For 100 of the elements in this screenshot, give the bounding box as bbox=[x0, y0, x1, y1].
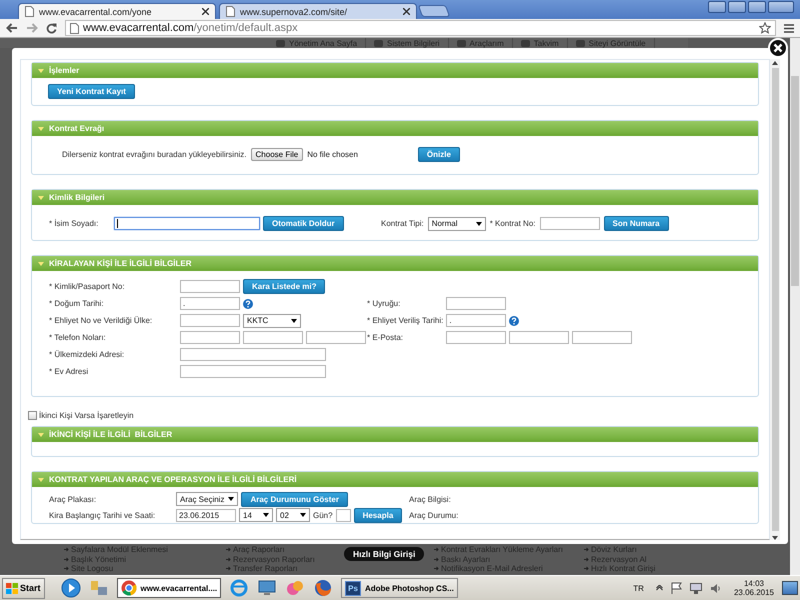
field-label: * Doğum Tarihi: bbox=[49, 299, 105, 308]
minimize-button[interactable] bbox=[728, 1, 746, 13]
down-arrow-icon[interactable] bbox=[772, 536, 778, 540]
text-field[interactable]: . bbox=[180, 297, 240, 310]
clock-date[interactable]: 23.06.2015 bbox=[734, 588, 774, 597]
action-button[interactable]: Araç Durumunu Göster bbox=[241, 492, 348, 506]
section-header[interactable]: KONTRAT YAPILAN ARAÇ VE OPERASYON İLE İLGİLİ BİLGİLERİ bbox=[32, 472, 758, 487]
maximize-button[interactable] bbox=[748, 1, 766, 13]
action-button[interactable]: Kara Listede mi? bbox=[243, 279, 326, 294]
arrow-icon bbox=[584, 556, 589, 562]
section-header[interactable]: Kontrat Evrağı bbox=[32, 121, 758, 136]
section-header[interactable]: İKİNCİ KİŞİ İLE İLGİLİ BİLGİLER bbox=[32, 427, 758, 442]
field-label: * Kimlik/Pasaport No: bbox=[49, 282, 126, 291]
reload-icon[interactable] bbox=[46, 22, 57, 34]
globe-icon[interactable] bbox=[229, 578, 250, 598]
quick-entry-button[interactable]: Hızlı Bilgi Girişi bbox=[344, 547, 424, 561]
menu-link[interactable]: Yönetim Ana Sayfa bbox=[289, 38, 358, 48]
text-field[interactable] bbox=[243, 331, 303, 344]
browser-tab[interactable]: www.supernova2.com/site/ bbox=[219, 3, 417, 19]
close-button[interactable] bbox=[768, 1, 794, 13]
field-label: Araç Durumu: bbox=[409, 510, 458, 520]
text-field[interactable] bbox=[446, 331, 506, 344]
page-icon bbox=[25, 6, 34, 17]
new-tab-button[interactable] bbox=[418, 5, 450, 17]
flag-icon[interactable] bbox=[670, 582, 682, 594]
field-label: Kira Başlangıç Tarihi ve Saati: bbox=[49, 510, 156, 520]
text-field[interactable] bbox=[180, 348, 326, 361]
user-button[interactable] bbox=[708, 1, 726, 13]
text-field[interactable] bbox=[306, 331, 366, 344]
address-field[interactable]: www.evacarrental.com/yonetim/default.aspx bbox=[65, 20, 776, 36]
dropdown[interactable]: Normal bbox=[428, 216, 486, 230]
section-header[interactable]: KİRALAYAN KİŞİ İLE İLGİLİ BİLGİLER bbox=[32, 256, 758, 271]
page-scrollbar[interactable] bbox=[790, 38, 800, 575]
text-field[interactable] bbox=[114, 217, 260, 230]
action-button[interactable]: Otomatik Doldur bbox=[263, 216, 344, 231]
language-indicator[interactable]: TR bbox=[633, 584, 644, 592]
dropdown[interactable]: KKTC bbox=[243, 314, 301, 328]
text-field[interactable] bbox=[180, 331, 240, 344]
text-field[interactable] bbox=[336, 508, 351, 522]
scrollbar[interactable] bbox=[770, 59, 780, 540]
arrow-icon bbox=[226, 566, 231, 572]
text-field[interactable] bbox=[572, 331, 632, 344]
menu-link[interactable]: Takvim bbox=[534, 38, 559, 48]
caret-icon bbox=[228, 497, 234, 501]
section-header[interactable]: Kimlik Bilgileri bbox=[32, 190, 758, 205]
tile-icon bbox=[456, 40, 466, 46]
action-button[interactable]: Son Numara bbox=[604, 216, 669, 231]
dropdown[interactable]: 14 bbox=[239, 508, 273, 522]
clock-time[interactable]: 14:03 bbox=[744, 579, 764, 588]
play-icon[interactable] bbox=[60, 578, 81, 598]
text-field[interactable] bbox=[180, 280, 240, 293]
help-icon[interactable] bbox=[243, 298, 253, 308]
text-field[interactable]: . bbox=[446, 314, 506, 327]
section-header[interactable]: İşlemler bbox=[32, 63, 758, 78]
caret-icon bbox=[38, 196, 44, 200]
arrow-icon bbox=[584, 547, 589, 552]
chevron-up-icon[interactable] bbox=[656, 585, 663, 591]
arrow-icon bbox=[64, 556, 69, 562]
star-icon[interactable] bbox=[759, 22, 771, 34]
taskbar-button[interactable]: Ps Adobe Photoshop CS... bbox=[341, 578, 458, 598]
action-button[interactable]: Hesapla bbox=[354, 508, 402, 522]
back-icon[interactable] bbox=[6, 23, 18, 33]
speaker-icon[interactable] bbox=[710, 582, 722, 594]
browser-tab[interactable]: www.evacarrental.com/yone bbox=[18, 3, 216, 19]
start-button[interactable]: Start bbox=[2, 578, 45, 598]
text-field[interactable] bbox=[446, 297, 506, 310]
text-field[interactable] bbox=[180, 314, 240, 327]
monitor-icon[interactable] bbox=[257, 578, 278, 598]
paint-icon[interactable] bbox=[285, 578, 306, 598]
preview-button[interactable]: Önizle bbox=[418, 147, 460, 162]
checkbox-label: İkinci Kişi Varsa İşaretleyin bbox=[39, 411, 134, 420]
choose-file-button[interactable]: Choose File bbox=[250, 148, 304, 161]
dropdown[interactable]: Araç Seçiniz bbox=[176, 492, 238, 506]
dropdown[interactable]: 02 bbox=[276, 508, 310, 522]
caret-icon bbox=[38, 478, 44, 482]
arrow-icon bbox=[226, 547, 231, 552]
menu-link[interactable]: Siteyi Görüntüle bbox=[588, 38, 646, 48]
menu-icon[interactable] bbox=[784, 24, 794, 32]
caret-icon bbox=[476, 222, 482, 226]
caret-icon bbox=[38, 432, 44, 436]
tile-icon bbox=[576, 40, 585, 46]
text-field[interactable] bbox=[509, 331, 569, 344]
close-icon[interactable] bbox=[202, 8, 209, 15]
help-icon[interactable] bbox=[509, 316, 520, 326]
checkbox[interactable] bbox=[28, 411, 37, 420]
field-label: * İsim Soyadı: bbox=[49, 219, 100, 228]
arrow-icon bbox=[434, 556, 439, 562]
taskbar-button[interactable]: www.evacarrental.... bbox=[116, 578, 222, 598]
close-icon[interactable] bbox=[403, 8, 410, 15]
text-field[interactable] bbox=[540, 217, 600, 230]
menu-link[interactable]: Sistem Bilgileri bbox=[387, 38, 440, 48]
text-field[interactable] bbox=[180, 365, 326, 378]
show-desktop-button[interactable] bbox=[782, 581, 798, 595]
menu-link[interactable]: Araçlarım bbox=[470, 38, 504, 48]
up-arrow-icon[interactable] bbox=[772, 61, 778, 65]
action-button[interactable]: Yeni Kontrat Kayıt bbox=[48, 84, 135, 99]
fox-globe-icon[interactable] bbox=[313, 578, 334, 598]
caret-icon bbox=[300, 513, 306, 517]
text-field[interactable]: 23.06.2015 bbox=[176, 508, 236, 522]
field-label: * E-Posta: bbox=[367, 333, 404, 342]
